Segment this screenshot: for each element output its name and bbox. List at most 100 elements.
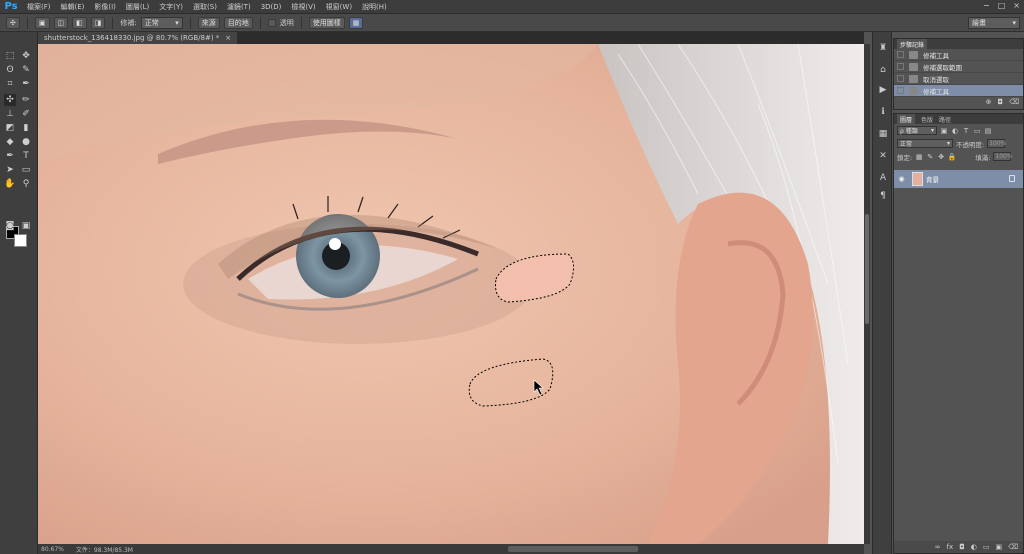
new-document-from-state-icon[interactable]: ⊕ <box>986 98 992 106</box>
menu-edit[interactable]: 編輯(E) <box>56 2 90 12</box>
trash-icon[interactable]: ⌫ <box>1009 98 1019 106</box>
history-checkbox[interactable] <box>897 87 904 94</box>
new-layer-icon[interactable]: ▣ <box>995 543 1002 551</box>
menu-help[interactable]: 說明(H) <box>357 2 392 12</box>
minimize-button[interactable]: − <box>983 1 990 10</box>
zoom-tool-icon[interactable]: ⚲ <box>20 178 32 190</box>
tab-paths[interactable]: 路徑 <box>939 115 951 124</box>
quick-mask-icon[interactable]: ◙ <box>4 220 16 232</box>
new-group-icon[interactable]: ▭ <box>983 543 990 551</box>
subtract-selection-icon[interactable]: ◧ <box>72 16 87 29</box>
history-item-active[interactable]: 修補工具 <box>894 85 1023 97</box>
dodge-tool-icon[interactable]: ● <box>20 136 32 148</box>
menu-3d[interactable]: 3D(D) <box>256 3 287 11</box>
history-item[interactable]: 取消選取 <box>894 73 1023 85</box>
vertical-scroll-thumb[interactable] <box>865 214 869 324</box>
visibility-eye-icon[interactable]: ◉ <box>897 175 906 184</box>
zoom-level[interactable]: 80.67% <box>41 546 64 553</box>
close-tab-icon[interactable]: × <box>225 34 231 42</box>
adjustment-layer-icon[interactable]: ◐ <box>971 543 977 551</box>
menu-file[interactable]: 檔案(F) <box>22 2 56 12</box>
menu-filter[interactable]: 濾鏡(T) <box>222 2 256 12</box>
layer-mask-icon[interactable]: ◘ <box>959 543 965 551</box>
brush-tool-icon[interactable]: ✏ <box>20 94 32 106</box>
horizontal-scroll-thumb[interactable] <box>508 546 638 552</box>
patch-tool-icon[interactable]: ✣ <box>4 94 16 106</box>
menu-view[interactable]: 檢視(V) <box>286 2 320 12</box>
menu-select[interactable]: 選取(S) <box>188 2 222 12</box>
tool-presets-icon[interactable]: ♜ <box>877 42 889 54</box>
actions-icon[interactable]: ▶ <box>877 84 889 96</box>
tab-channels[interactable]: 色版 <box>921 115 933 124</box>
workspace-select[interactable]: 繪畫 ▾ <box>968 17 1020 29</box>
paragraph-icon[interactable]: ¶ <box>877 190 889 202</box>
menu-image[interactable]: 影像(I) <box>89 2 121 12</box>
swatches-icon[interactable]: ▦ <box>877 128 889 140</box>
background-color-swatch[interactable] <box>14 234 27 247</box>
marquee-tool-icon[interactable]: ⬚ <box>4 50 16 62</box>
hand-tool-icon[interactable]: ✋ <box>4 178 16 190</box>
type-filter-icon[interactable]: T <box>962 127 970 135</box>
shape-filter-icon[interactable]: ▭ <box>973 127 981 135</box>
adjustments-icon[interactable]: ✕ <box>877 150 889 162</box>
lock-position-icon[interactable]: ✥ <box>937 153 945 161</box>
history-checkbox[interactable] <box>897 75 904 82</box>
kind-filter-select[interactable]: ρ 種類 ▾ <box>897 126 937 135</box>
pen-tool-icon[interactable]: ✒ <box>4 150 16 162</box>
tab-layers[interactable]: 圖層 <box>897 114 916 124</box>
menu-window[interactable]: 視窗(W) <box>321 2 357 12</box>
menu-layer[interactable]: 圖層(L) <box>121 2 154 12</box>
lock-all-icon[interactable]: 🔒 <box>948 153 957 161</box>
character-icon[interactable]: A <box>877 172 889 184</box>
adjustment-filter-icon[interactable]: ◐ <box>951 127 959 135</box>
history-checkbox[interactable] <box>897 63 904 70</box>
history-item[interactable]: 修補選取範圍 <box>894 61 1023 73</box>
history-icon[interactable]: ⌂ <box>877 64 889 76</box>
lasso-tool-icon[interactable]: ʘ <box>4 64 16 76</box>
quick-select-tool-icon[interactable]: ✎ <box>20 64 32 76</box>
close-button[interactable]: × <box>1013 1 1020 10</box>
layer-row-background[interactable]: ◉ 背景 <box>894 170 1023 188</box>
tab-history[interactable]: 步驟記錄 <box>897 39 928 49</box>
history-item[interactable]: 修補工具 <box>894 49 1023 61</box>
history-brush-tool-icon[interactable]: ✐ <box>20 108 32 120</box>
eraser-tool-icon[interactable]: ◩ <box>4 122 16 134</box>
add-selection-icon[interactable]: ◫ <box>53 16 69 29</box>
patch-mode-select[interactable]: 正常 ▾ <box>140 16 183 29</box>
new-selection-icon[interactable]: ▣ <box>34 16 50 29</box>
intersect-selection-icon[interactable]: ◨ <box>90 16 106 29</box>
menu-type[interactable]: 文字(Y) <box>154 2 188 12</box>
screen-mode-icon[interactable]: ▣ <box>20 220 32 232</box>
document-canvas[interactable] <box>38 44 864 544</box>
eyedropper-tool-icon[interactable]: ✒ <box>20 78 32 90</box>
info-icon[interactable]: ℹ <box>877 106 889 118</box>
opacity-input[interactable]: 100% <box>987 139 1006 148</box>
trash-icon[interactable]: ⌫ <box>1008 543 1018 551</box>
lock-pixels-icon[interactable]: ✎ <box>926 153 934 161</box>
lock-transparent-icon[interactable]: ▦ <box>915 153 923 161</box>
clone-stamp-tool-icon[interactable]: ⊥ <box>4 108 16 120</box>
gradient-tool-icon[interactable]: ▮ <box>20 122 32 134</box>
transparent-checkbox[interactable] <box>267 18 276 27</box>
type-tool-icon[interactable]: T <box>20 150 32 162</box>
blur-tool-icon[interactable]: ◆ <box>4 136 16 148</box>
source-button[interactable]: 來源 <box>197 16 220 29</box>
patch-tool-preset-icon[interactable]: ✣ <box>6 16 20 29</box>
layer-style-icon[interactable]: fx <box>947 543 954 551</box>
crop-tool-icon[interactable]: ⌗ <box>4 78 16 90</box>
fill-input[interactable]: 100% <box>993 152 1013 161</box>
blend-mode-select[interactable]: 正常 ▾ <box>897 139 953 148</box>
use-pattern-button[interactable]: 使用圖樣 <box>308 16 345 29</box>
shape-tool-icon[interactable]: ▭ <box>20 164 32 176</box>
pixel-filter-icon[interactable]: ▣ <box>940 127 948 135</box>
smart-object-filter-icon[interactable]: ▤ <box>984 127 992 135</box>
maximize-button[interactable]: □ <box>998 1 1006 10</box>
path-select-tool-icon[interactable]: ➤ <box>4 164 16 176</box>
history-checkbox[interactable] <box>897 51 904 58</box>
new-snapshot-icon[interactable]: ◘ <box>998 98 1004 106</box>
destination-button[interactable]: 目的地 <box>223 16 253 29</box>
vertical-scrollbar[interactable] <box>864 44 870 544</box>
link-layers-icon[interactable]: ∞ <box>935 543 941 551</box>
move-tool-icon[interactable]: ✥ <box>20 50 32 62</box>
document-tab[interactable]: shutterstock_136418330.jpg @ 80.7% (RGB/… <box>38 32 238 44</box>
